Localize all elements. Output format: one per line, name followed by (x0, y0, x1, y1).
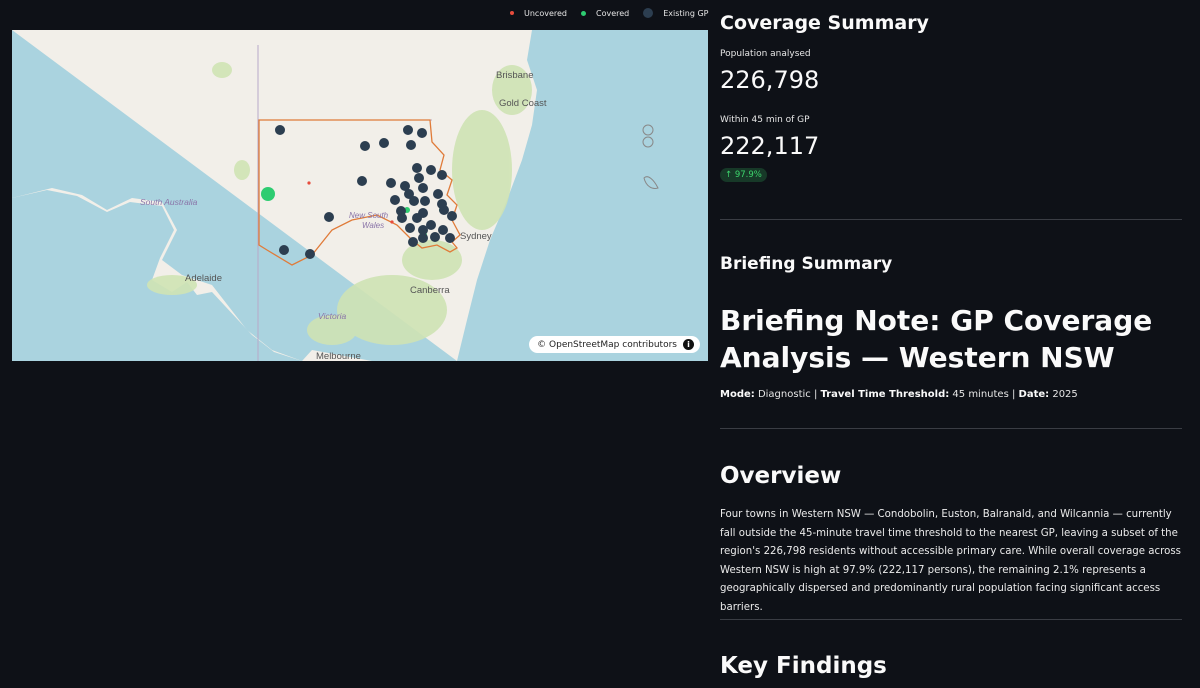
within-label: Within 45 min of GP (720, 115, 810, 125)
map-attribution[interactable]: © OpenStreetMap contributors i (529, 336, 700, 353)
label-adelaide: Adelaide (185, 273, 222, 284)
label-canberra: Canberra (410, 285, 450, 296)
coverage-delta-badge: ↑ 97.9% (720, 168, 767, 182)
divider (720, 428, 1182, 429)
legend-covered-label: Covered (596, 8, 630, 18)
map-canvas[interactable]: Brisbane Gold Coast South Australia New … (12, 30, 708, 361)
label-victoria: Victoria (318, 311, 346, 321)
coverage-summary-heading: Coverage Summary (720, 12, 929, 34)
divider (720, 219, 1182, 220)
label-new-south-wales-2: Wales (362, 221, 384, 230)
uncovered-dot-icon (510, 11, 514, 15)
overview-heading: Overview (720, 463, 842, 489)
label-new-south-wales-1: New South (349, 211, 389, 220)
label-brisbane: Brisbane (496, 70, 534, 81)
map-legend: Uncovered Covered Existing GP (510, 8, 709, 18)
briefing-meta: Mode: Diagnostic | Travel Time Threshold… (720, 389, 1078, 400)
overview-paragraph: Four towns in Western NSW — Condobolin, … (720, 509, 1181, 613)
within-value: 222,117 (720, 132, 820, 160)
date-label: Date: (1018, 389, 1050, 400)
mode-label: Mode: (720, 389, 755, 400)
covered-dot-icon (581, 10, 586, 16)
legend-uncovered[interactable]: Uncovered (510, 9, 567, 18)
threshold-label: Travel Time Threshold: (820, 389, 950, 400)
briefing-note-title: Briefing Note: GP Coverage Analysis — We… (720, 304, 1153, 374)
label-melbourne: Melbourne (316, 351, 361, 361)
mode-value: Diagnostic | (754, 389, 821, 400)
legend-uncovered-label: Uncovered (524, 8, 567, 18)
legend-existing-gp-label: Existing GP (663, 8, 709, 18)
label-gold-coast: Gold Coast (499, 98, 547, 109)
divider (720, 619, 1182, 620)
briefing-summary-heading: Briefing Summary (720, 254, 893, 274)
existing-gp-dot-icon (643, 8, 654, 18)
threshold-value: 45 minutes | (949, 389, 1019, 400)
legend-existing-gp[interactable]: Existing GP (643, 8, 709, 18)
key-findings-heading: Key Findings (720, 653, 887, 679)
attribution-text[interactable]: © OpenStreetMap contributors (537, 340, 677, 350)
info-icon[interactable]: i (683, 339, 694, 350)
label-south-australia: South Australia (140, 197, 198, 207)
legend-covered[interactable]: Covered (581, 9, 629, 18)
islands (642, 124, 659, 189)
coverage-map[interactable]: Brisbane Gold Coast South Australia New … (12, 30, 708, 361)
label-sydney: Sydney (460, 231, 492, 242)
date-value: 2025 (1049, 389, 1078, 400)
population-label: Population analysed (720, 49, 811, 59)
covered-marker (261, 187, 275, 201)
population-value: 226,798 (720, 66, 820, 94)
